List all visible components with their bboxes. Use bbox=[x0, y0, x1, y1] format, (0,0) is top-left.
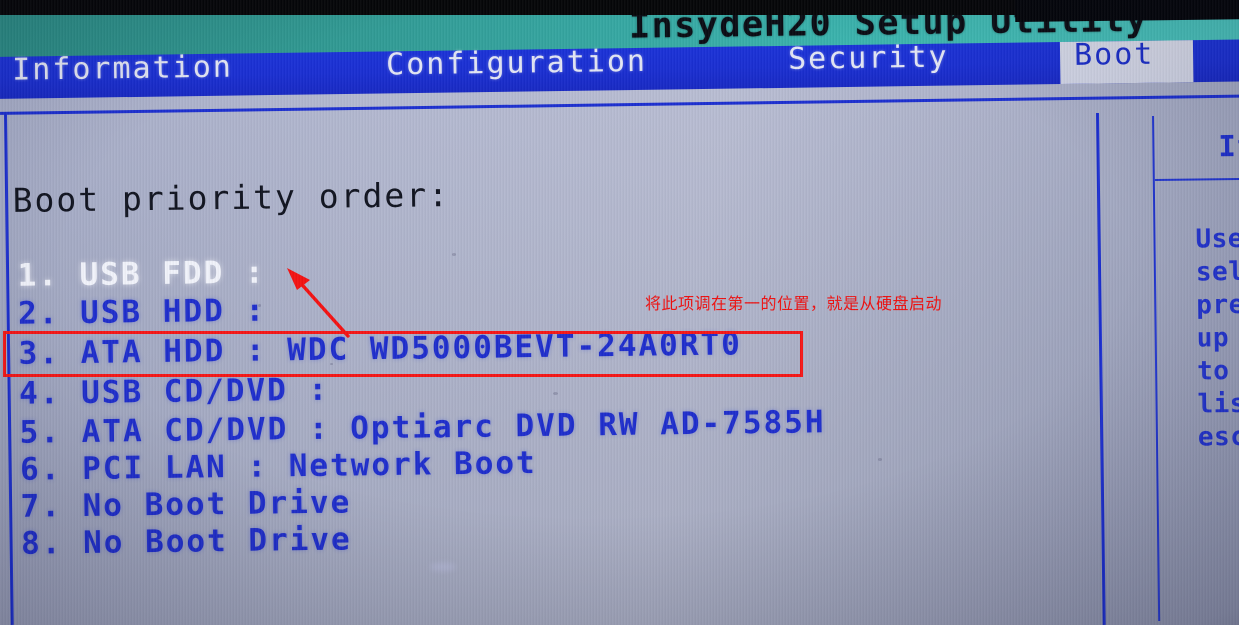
help-line-7: escape the menu. bbox=[1197, 419, 1239, 453]
boot-item-1[interactable]: 1. USB FDD : bbox=[17, 255, 265, 294]
boot-item-7[interactable]: 7. No Boot Drive bbox=[20, 484, 351, 524]
boot-item-2[interactable]: 2. USB HDD : bbox=[18, 293, 266, 332]
help-panel-body: Use < ↑ > or < ↓ > to select a device, t… bbox=[1195, 220, 1239, 455]
annotation-highlight-box bbox=[3, 331, 803, 377]
item-specific-help-panel: Item Specific Help Use < ↑ > or < ↓ > to… bbox=[1152, 114, 1239, 621]
help-line-2: select a device, then bbox=[1195, 253, 1239, 288]
help-line-3: press <F5> to move it bbox=[1196, 286, 1239, 321]
help-line-6: list. Press <Esc> to bbox=[1197, 386, 1239, 420]
dust-speck bbox=[258, 304, 261, 307]
page-title: Boot priority order: bbox=[12, 175, 451, 220]
help-line-1: Use < ↑ > or < ↓ > to bbox=[1195, 220, 1239, 255]
help-panel-header: Item Specific Help bbox=[1153, 114, 1239, 181]
boot-item-8[interactable]: 8. No Boot Drive bbox=[21, 521, 352, 561]
boot-item-4[interactable]: 4. USB CD/DVD : bbox=[19, 372, 329, 412]
help-line-5: to move it down the bbox=[1196, 353, 1239, 387]
glare-spot bbox=[430, 563, 456, 571]
dust-speck bbox=[878, 458, 882, 461]
annotation-note-text: 将此项调在第一的位置，就是从硬盘启动 bbox=[645, 294, 943, 313]
boot-item-5[interactable]: 5. ATA CD/DVD : Optiarc DVD RW AD-7585H bbox=[19, 404, 825, 451]
dust-speck bbox=[452, 253, 456, 256]
boot-item-6[interactable]: 6. PCI LAN : Network Boot bbox=[20, 445, 537, 488]
bios-setup-screen: InsydeH20 Setup Utility Information Conf… bbox=[0, 0, 1239, 625]
help-panel-title: Item Specific Help bbox=[1218, 125, 1239, 164]
dust-speck bbox=[553, 392, 558, 395]
help-line-4: up the list, or <F6> bbox=[1196, 320, 1239, 354]
